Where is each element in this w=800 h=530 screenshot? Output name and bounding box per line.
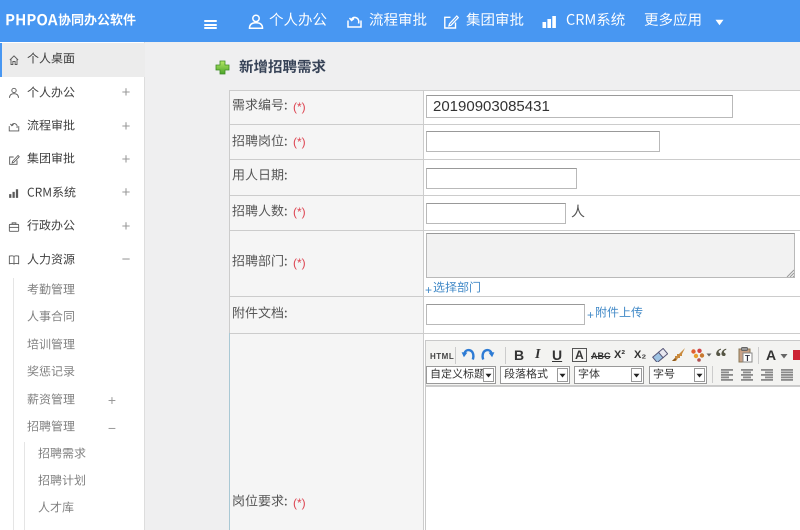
svg-text:T: T (745, 354, 750, 363)
